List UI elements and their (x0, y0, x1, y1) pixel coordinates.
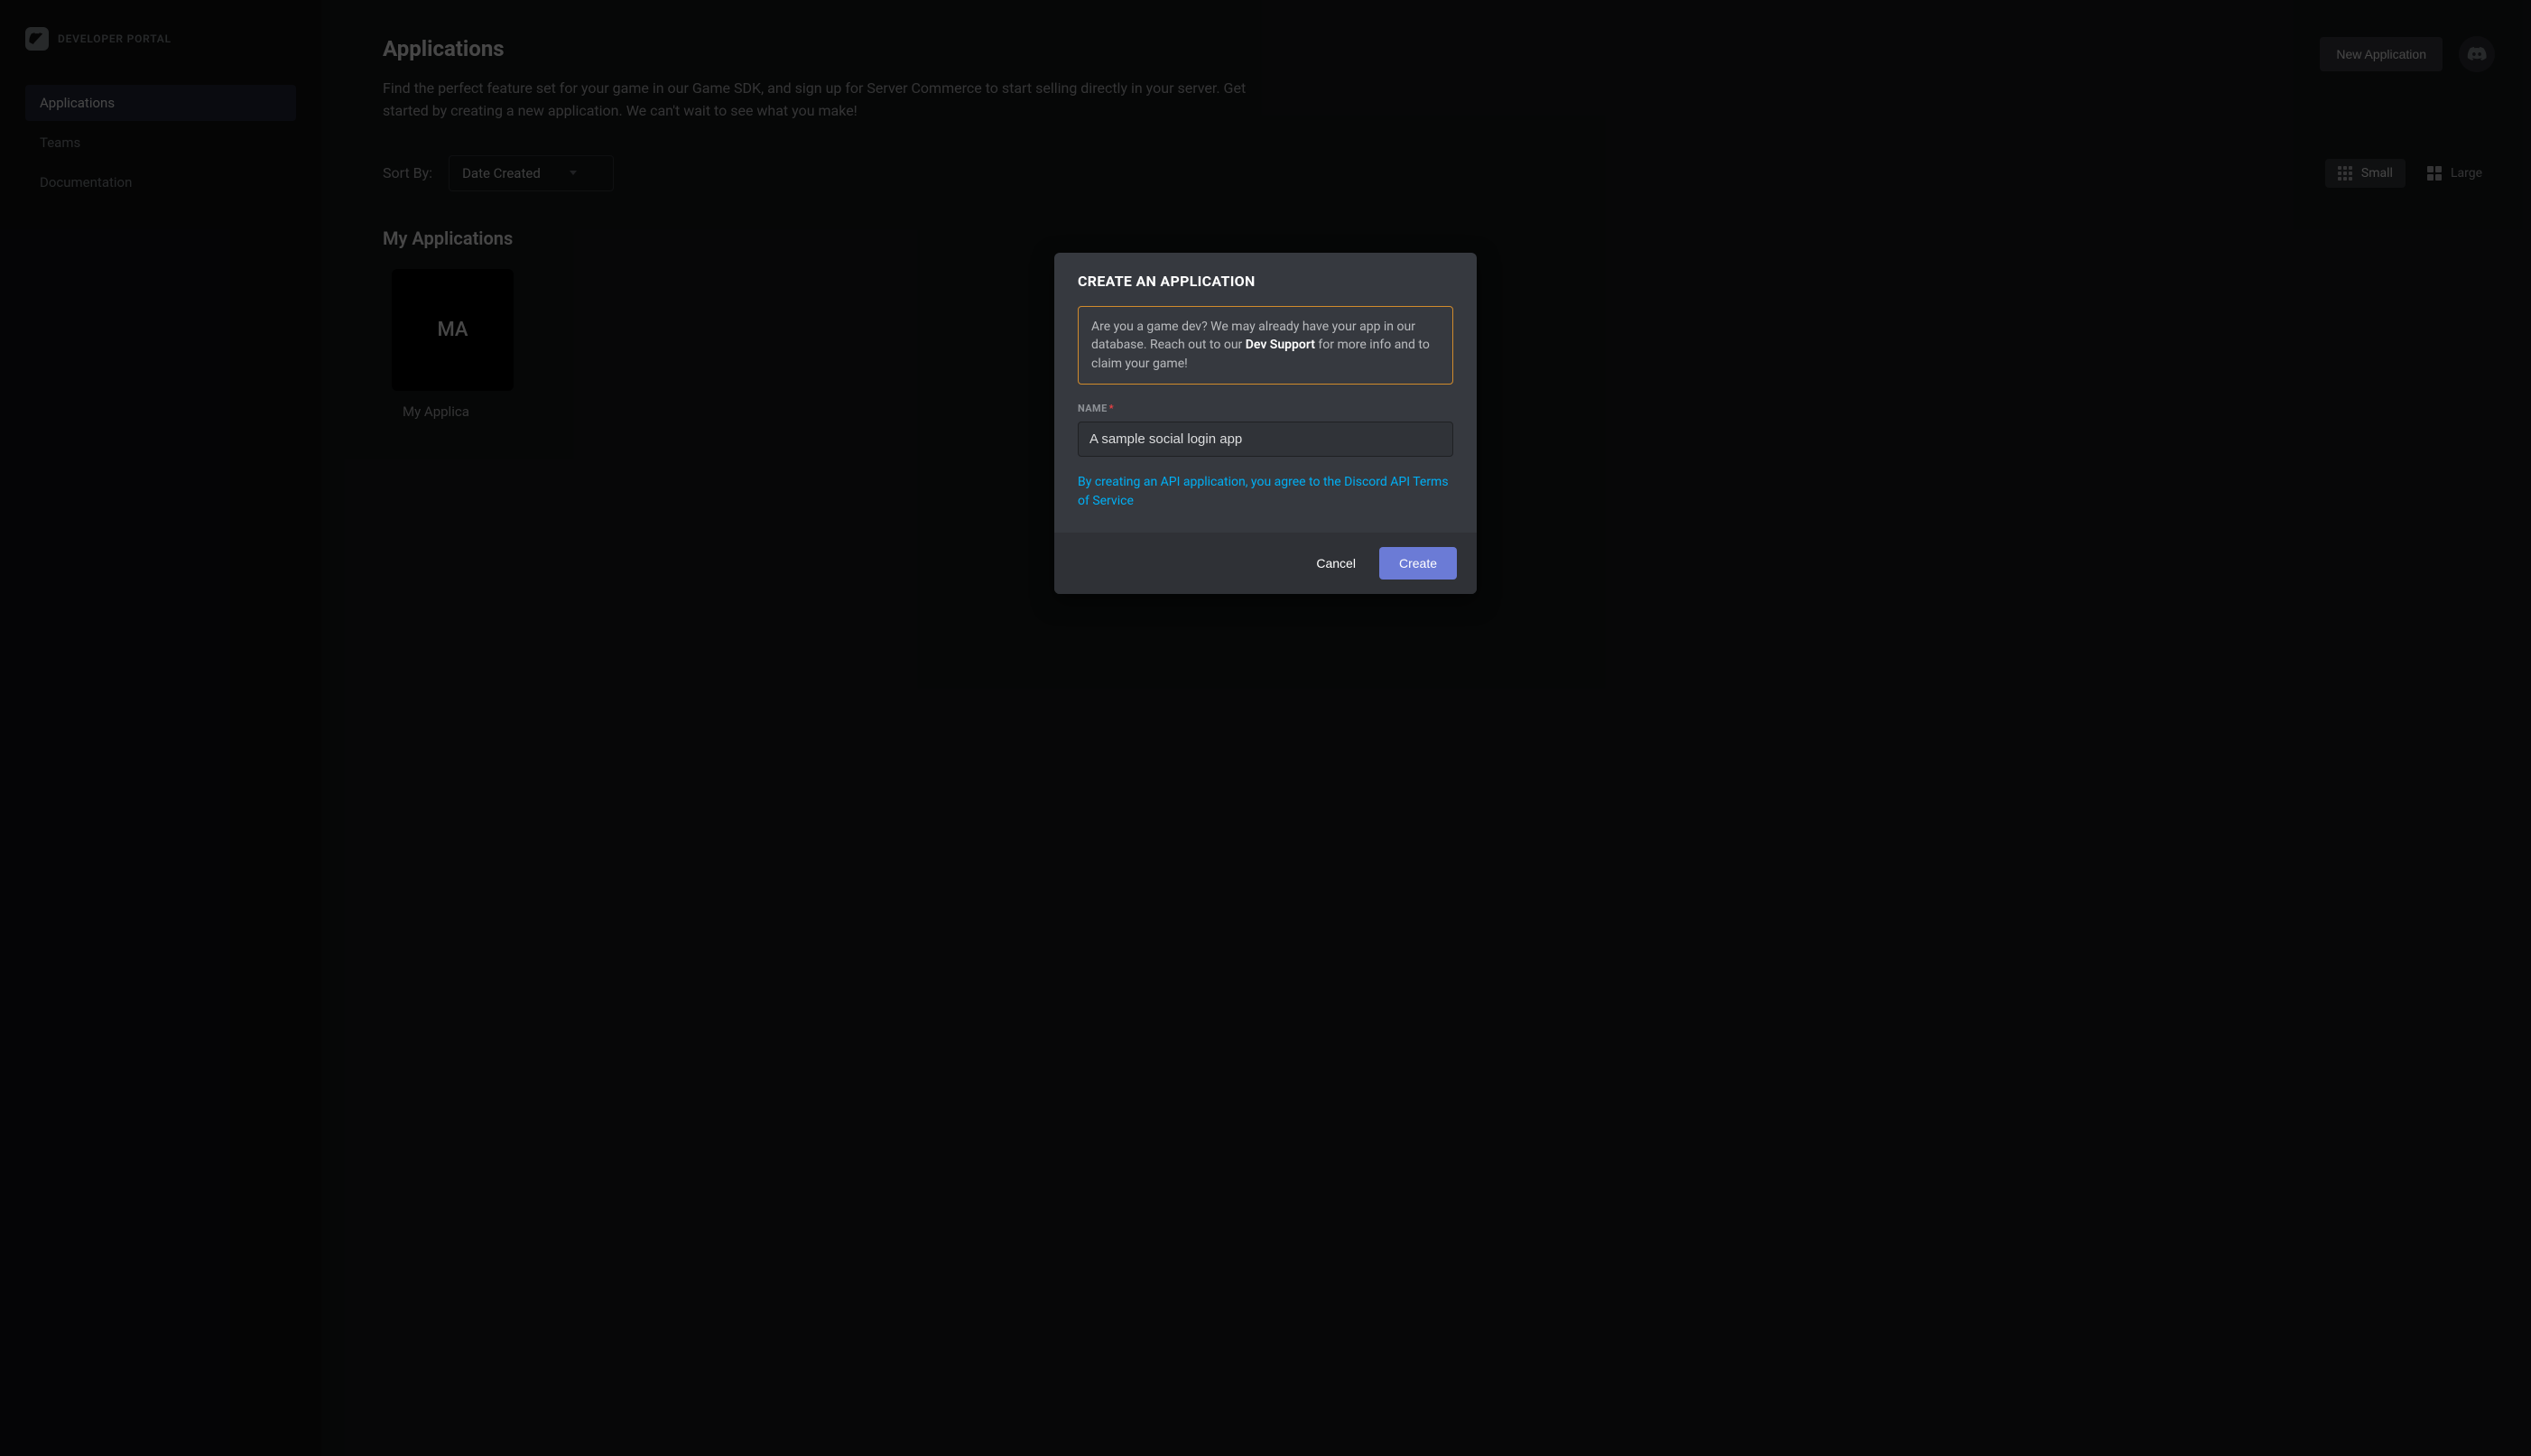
notice-dev-support-link[interactable]: Dev Support (1246, 338, 1315, 352)
notice-box: Are you a game dev? We may already have … (1078, 306, 1453, 385)
modal-body: CREATE AN APPLICATION Are you a game dev… (1054, 253, 1477, 533)
name-field-label: NAME* (1078, 403, 1453, 414)
tos-link[interactable]: By creating an API application, you agre… (1078, 473, 1453, 511)
create-application-modal: CREATE AN APPLICATION Are you a game dev… (1054, 253, 1477, 594)
modal-footer: Cancel Create (1054, 533, 1477, 594)
modal-overlay: CREATE AN APPLICATION Are you a game dev… (0, 0, 2531, 1456)
name-input[interactable] (1078, 422, 1453, 457)
required-asterisk: * (1109, 403, 1114, 414)
name-label-text: NAME (1078, 403, 1108, 414)
create-button[interactable]: Create (1379, 547, 1457, 580)
modal-title: CREATE AN APPLICATION (1078, 273, 1453, 290)
cancel-button[interactable]: Cancel (1300, 547, 1372, 580)
